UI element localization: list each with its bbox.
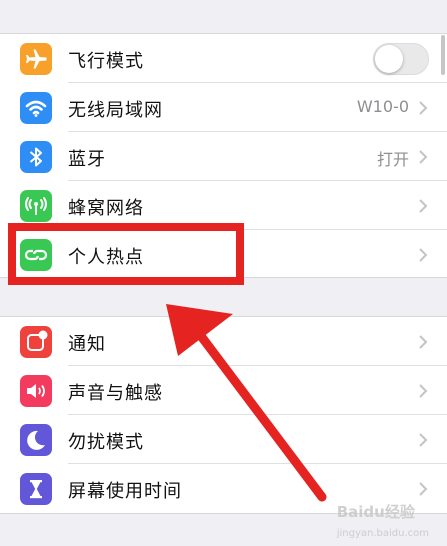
airplane-icon: [20, 43, 52, 75]
settings-row-bluetooth[interactable]: 蓝牙 打开: [0, 132, 447, 181]
settings-row-notifications[interactable]: 通知: [0, 317, 447, 366]
chevron-right-icon: [419, 248, 428, 262]
chevron-right-icon: [419, 433, 428, 447]
cellular-icon: [20, 190, 52, 222]
chevron-right-icon: [419, 101, 428, 115]
sounds-label: 声音与触感: [68, 383, 163, 404]
chevron-right-icon: [419, 199, 428, 213]
moon-icon: [20, 424, 52, 456]
chevron-right-icon: [419, 335, 428, 349]
chevron-right-icon: [419, 482, 428, 496]
watermark-sub: jingyan.baidu.com: [336, 528, 429, 539]
do-not-disturb-label: 勿扰模式: [68, 432, 144, 453]
watermark-suffix: 经验: [384, 503, 415, 521]
wifi-icon: [20, 92, 52, 124]
watermark-text: Bai: [336, 503, 364, 521]
notifications-icon: [20, 326, 52, 358]
wifi-value: W10-0: [356, 97, 409, 116]
airplane-mode-toggle[interactable]: [373, 43, 429, 75]
wifi-label: 无线局域网: [68, 100, 163, 121]
settings-row-do-not-disturb[interactable]: 勿扰模式: [0, 415, 447, 464]
cellular-label: 蜂窝网络: [68, 198, 144, 219]
watermark: Baidu经验 jingyan.baidu.com: [337, 501, 429, 540]
airplane-mode-label: 飞行模式: [68, 51, 144, 72]
bluetooth-icon: [20, 141, 52, 173]
bluetooth-value: 打开: [376, 150, 409, 169]
settings-row-wifi[interactable]: 无线局域网 W10-0: [0, 83, 447, 132]
settings-row-airplane-mode[interactable]: 飞行模式: [0, 34, 447, 83]
chevron-right-icon: [419, 150, 428, 164]
notifications-label: 通知: [68, 334, 106, 355]
screen-time-label: 屏幕使用时间: [68, 481, 182, 502]
highlight-box: [8, 223, 244, 285]
bluetooth-label: 蓝牙: [68, 149, 106, 170]
settings-group-notifications: 通知 声音与触感 勿扰模式 屏幕使用时间: [0, 316, 447, 514]
settings-row-sounds[interactable]: 声音与触感: [0, 366, 447, 415]
chevron-right-icon: [419, 384, 428, 398]
watermark-paw: du: [363, 503, 385, 521]
hourglass-icon: [20, 473, 52, 505]
toggle-knob: [375, 45, 403, 73]
sounds-icon: [20, 375, 52, 407]
scrollbar[interactable]: [441, 35, 445, 75]
